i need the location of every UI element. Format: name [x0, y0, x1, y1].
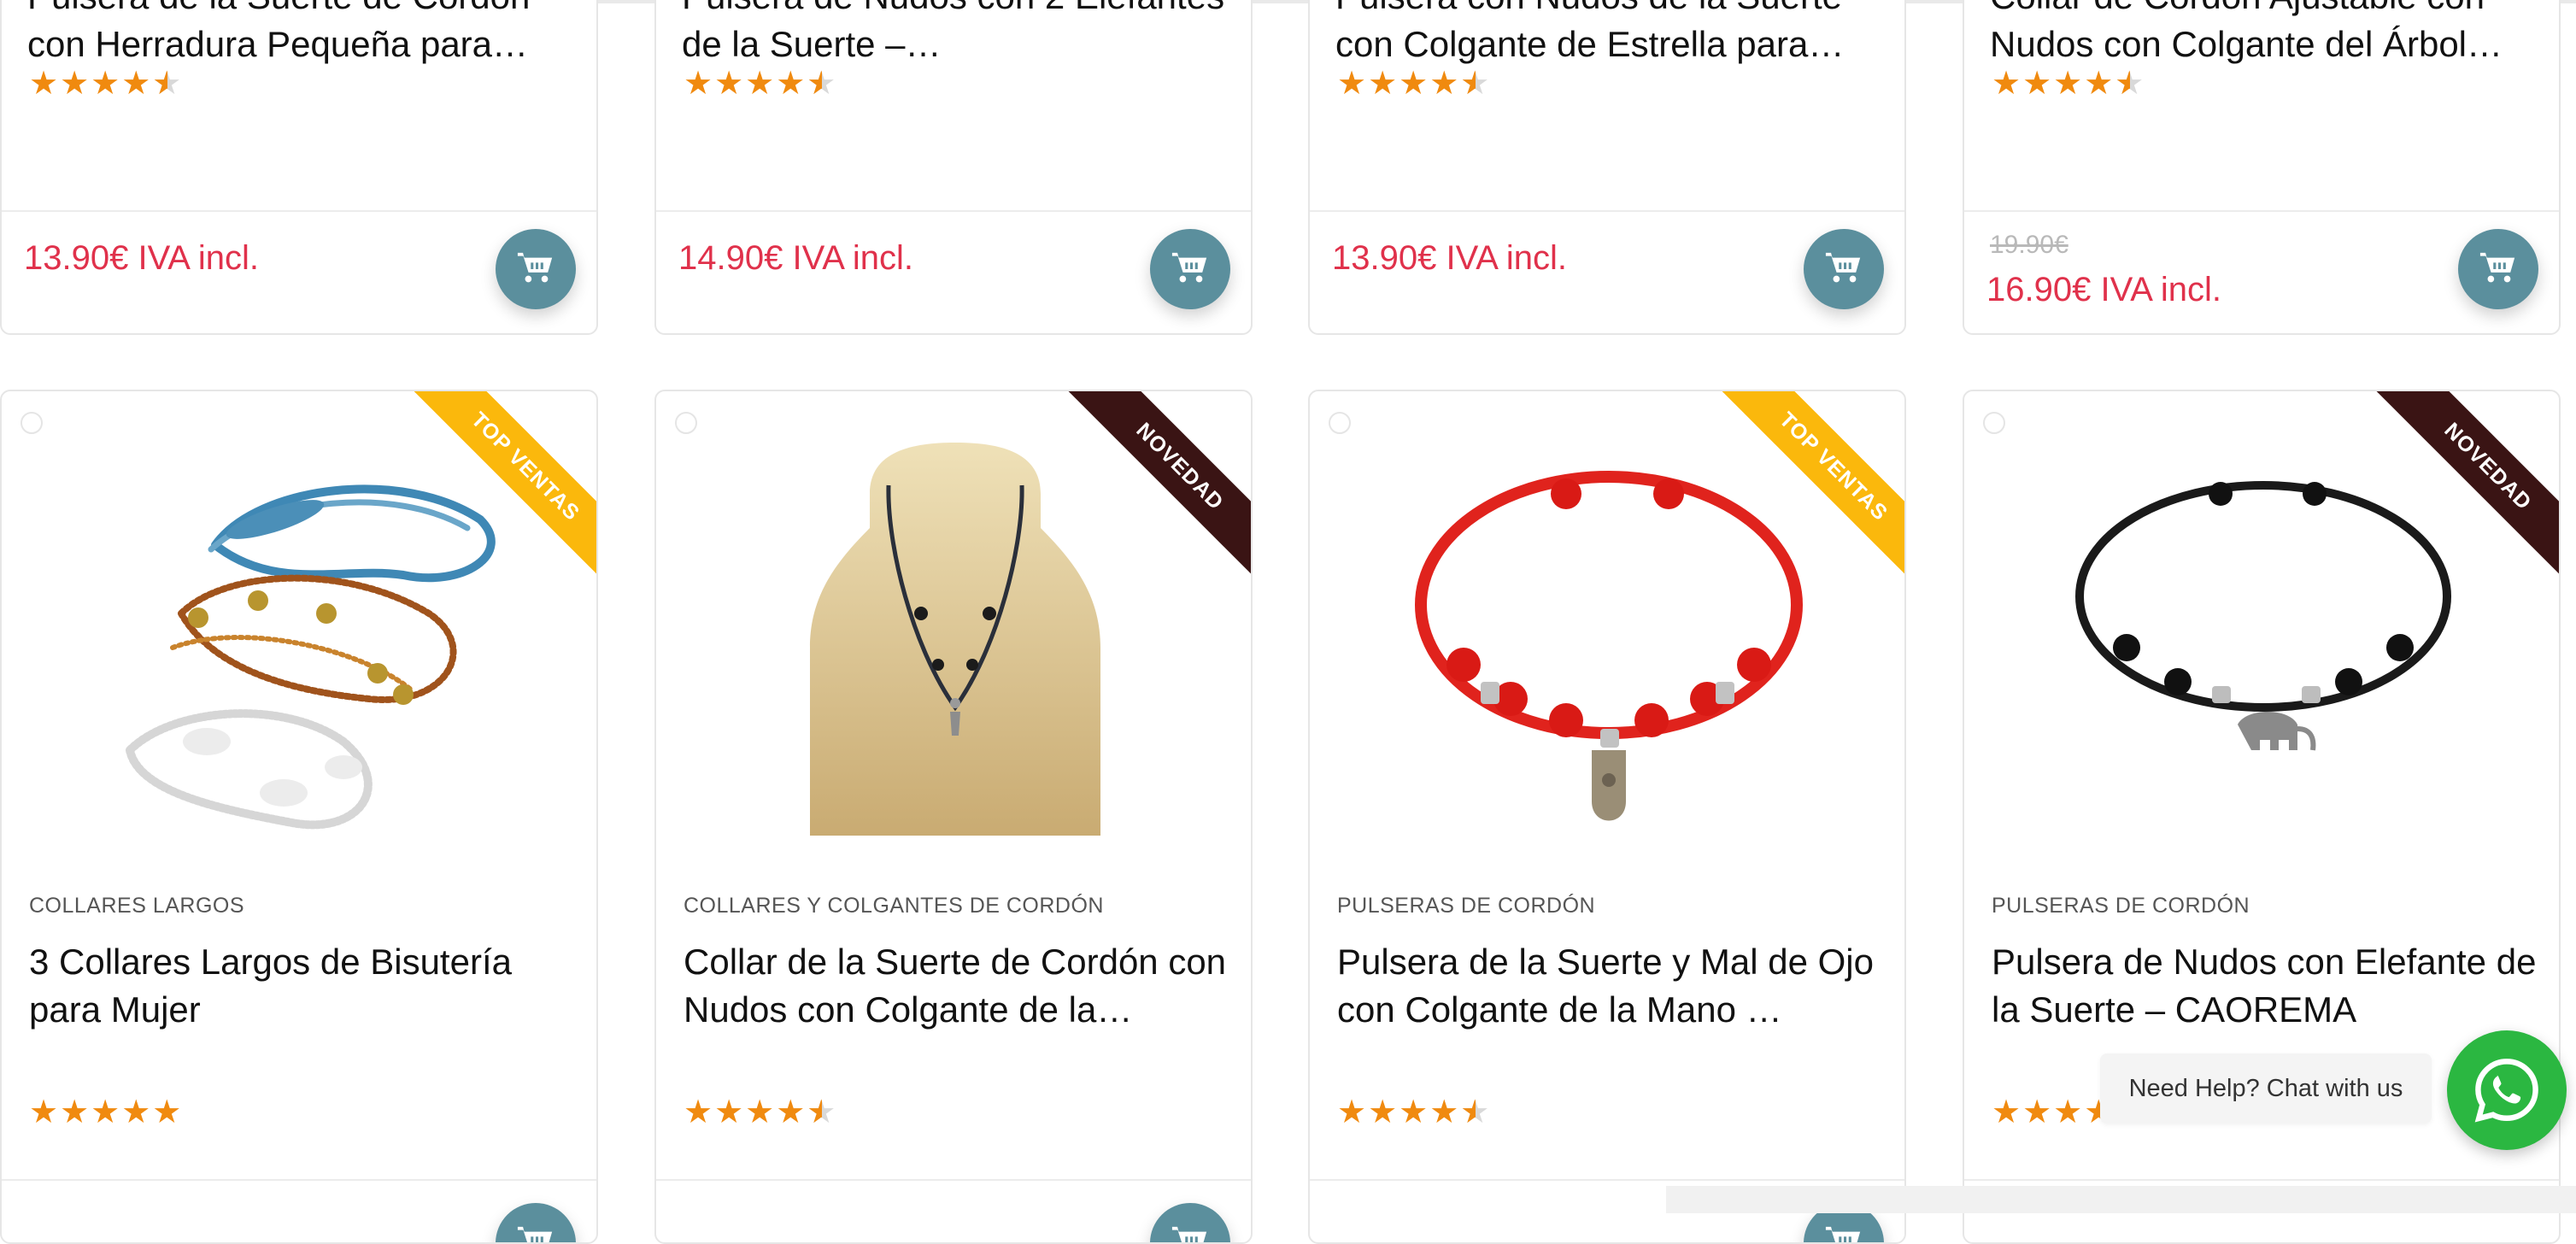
badge-ribbon: NOVEDAD — [1047, 391, 1251, 595]
whatsapp-icon — [2474, 1059, 2538, 1123]
novedad-badge: NOVEDAD — [2370, 391, 2559, 584]
star-rating: ★★★★★ — [1992, 65, 2145, 103]
old-price: 19.90€ — [1990, 231, 2068, 259]
add-to-cart-button[interactable] — [1804, 229, 1884, 309]
star-rating: ★★★★★ — [1337, 65, 1491, 103]
star-rating: ★★★★★ — [29, 65, 183, 103]
star-rating: ★★★★★ — [29, 1094, 184, 1130]
chat-help-bubble[interactable]: Need Help? Chat with us — [2100, 1053, 2432, 1124]
product-title[interactable]: Pulsera de Nudos con Elefante de la Suer… — [1992, 938, 2538, 1034]
product-price: 16.90€ IVA incl. — [1986, 271, 2221, 308]
top-ventas-badge: TOP VENTAS — [1716, 391, 1904, 584]
cart-icon — [1171, 252, 1207, 283]
compare-radio[interactable] — [675, 412, 697, 434]
compare-radio[interactable] — [21, 412, 43, 434]
card-divider — [1310, 210, 1904, 212]
badge-ribbon: NOVEDAD — [2356, 391, 2559, 595]
product-card[interactable]: Collar de Cordón Ajustable con Nudos con… — [1963, 0, 2561, 335]
badge-ribbon: TOP VENTAS — [1701, 391, 1904, 595]
product-title[interactable]: Pulsera de la Suerte y Mal de Ojo con Co… — [1337, 938, 1884, 1034]
add-to-cart-button[interactable] — [1150, 1203, 1230, 1242]
star-rating: ★★★★★ — [684, 65, 837, 103]
product-category[interactable]: COLLARES LARGOS — [29, 894, 244, 918]
cart-icon — [2479, 252, 2515, 283]
product-card[interactable]: TOP VENTAS COLLARES LARGOS 3 Collares La… — [0, 390, 598, 1244]
card-divider — [1964, 210, 2559, 212]
product-price: 13.90€ IVA incl. — [24, 239, 259, 277]
add-to-cart-button[interactable] — [496, 229, 576, 309]
card-divider — [2, 1179, 596, 1181]
product-category[interactable]: PULSERAS DE CORDÓN — [1337, 894, 1595, 918]
cart-icon — [1171, 1226, 1207, 1242]
product-card[interactable]: Pulsera de Nudos con 2 Elefantes de la S… — [654, 0, 1253, 335]
compare-radio[interactable] — [1983, 412, 2005, 434]
product-card[interactable]: NOVEDAD COLLARES Y COLGANTES DE CORDÓN C… — [654, 390, 1253, 1244]
cart-icon — [517, 252, 553, 283]
add-to-cart-button[interactable] — [496, 1203, 576, 1242]
product-title[interactable]: Collar de Cordón Ajustable con Nudos con… — [1990, 0, 2537, 68]
product-category[interactable]: PULSERAS DE CORDÓN — [1992, 894, 2250, 918]
product-card[interactable]: TOP VENTAS PULSERAS DE CORDÓN Pulsera de… — [1308, 390, 1906, 1244]
product-title[interactable]: 3 Collares Largos de Bisutería para Muje… — [29, 938, 576, 1034]
bottom-overlay-bar — [1666, 1186, 2576, 1213]
product-price: 14.90€ IVA incl. — [678, 239, 913, 277]
novedad-badge: NOVEDAD — [1062, 391, 1251, 584]
card-divider — [1310, 1179, 1904, 1181]
product-category[interactable]: COLLARES Y COLGANTES DE CORDÓN — [684, 894, 1104, 918]
product-price: 13.90€ IVA incl. — [1332, 239, 1567, 277]
cart-icon — [1825, 1226, 1861, 1242]
cart-icon — [517, 1226, 553, 1242]
add-to-cart-button[interactable] — [1150, 229, 1230, 309]
product-card[interactable]: Pulsera de la Suerte de Cordón con Herra… — [0, 0, 598, 335]
product-title[interactable]: Pulsera de Nudos con 2 Elefantes de la S… — [682, 0, 1229, 68]
card-divider — [2, 210, 596, 212]
star-rating: ★★★★★ — [684, 1094, 837, 1131]
card-divider — [656, 210, 1251, 212]
top-ventas-badge: TOP VENTAS — [408, 391, 596, 584]
whatsapp-chat-button[interactable] — [2447, 1030, 2567, 1150]
product-title[interactable]: Collar de la Suerte de Cordón con Nudos … — [684, 938, 1230, 1034]
cart-icon — [1825, 252, 1861, 283]
card-divider — [656, 1179, 1251, 1181]
add-to-cart-button[interactable] — [2458, 229, 2538, 309]
product-card[interactable]: Pulsera con Nudos de la Suerte con Colga… — [1308, 0, 1906, 335]
product-title[interactable]: Pulsera de la Suerte de Cordón con Herra… — [27, 0, 574, 68]
card-divider — [1964, 1179, 2559, 1181]
star-rating: ★★★★★ — [1337, 1094, 1491, 1131]
compare-radio[interactable] — [1329, 412, 1351, 434]
product-title[interactable]: Pulsera con Nudos de la Suerte con Colga… — [1335, 0, 1882, 68]
badge-ribbon: TOP VENTAS — [393, 391, 596, 595]
